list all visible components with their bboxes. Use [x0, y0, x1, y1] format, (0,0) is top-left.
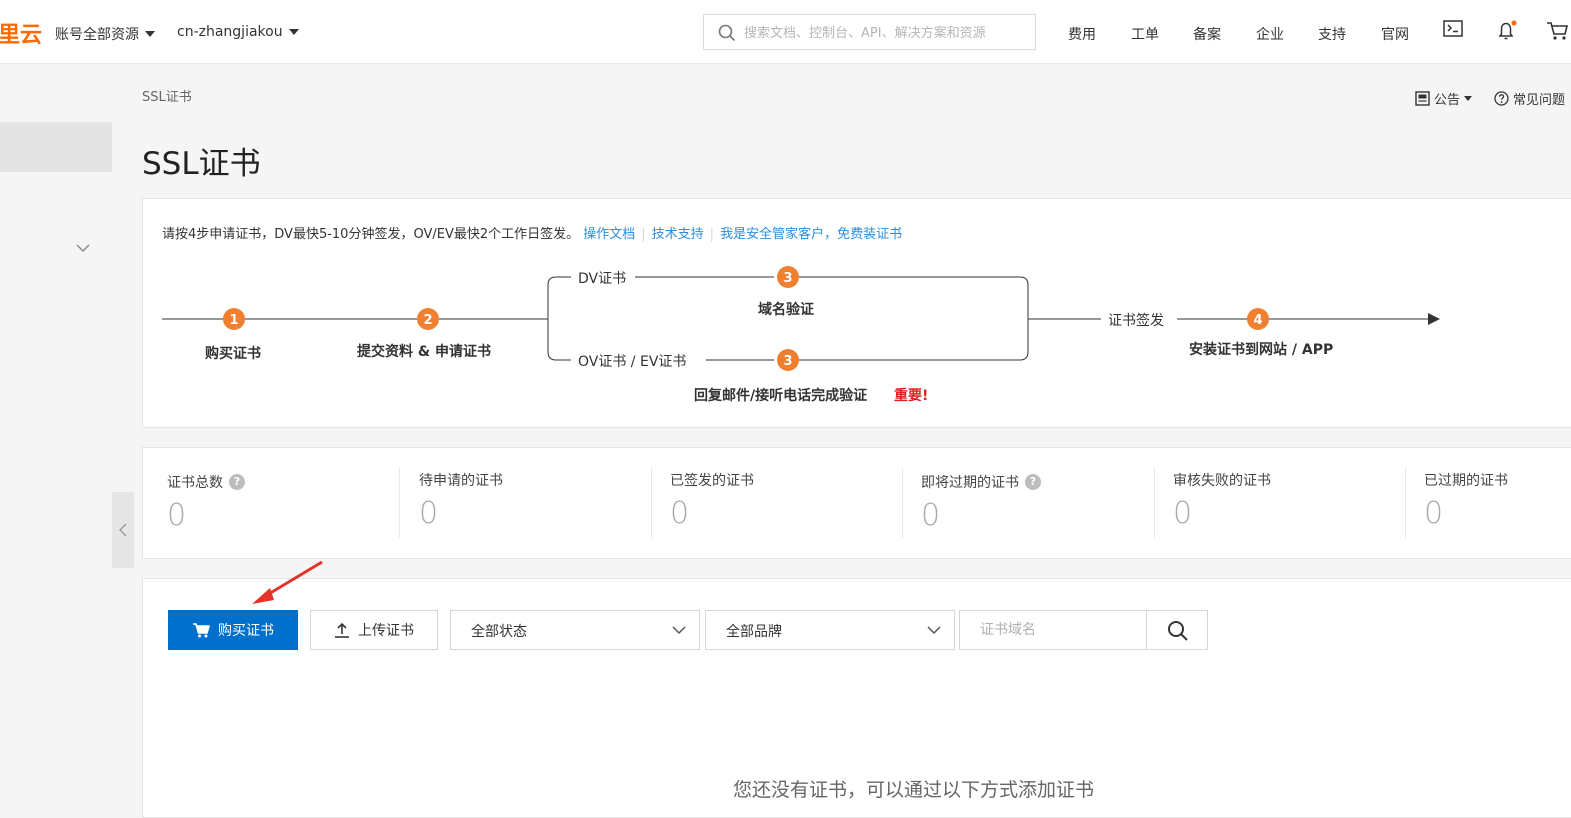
- stat-expired[interactable]: 已过期的证书 0: [1400, 448, 1571, 558]
- status-select-value: 全部状态: [471, 624, 527, 640]
- stat-expired-label: 已过期的证书: [1424, 473, 1508, 489]
- stat-pending-label: 待申请的证书: [419, 473, 503, 489]
- stats-panel: 证书总数 ? 0 待申请的证书 0 已签发的证书 0 即将过期的证书 ? 0 审…: [142, 447, 1571, 559]
- step-4-number: 4: [1253, 313, 1262, 328]
- nav-fees[interactable]: 费用: [1068, 24, 1096, 44]
- stat-expiring-label: 即将过期的证书 ?: [921, 472, 1041, 492]
- buy-cert-label: 购买证书: [218, 623, 274, 639]
- search-icon: [718, 24, 736, 42]
- sidebar-collapse-toggle[interactable]: [112, 492, 134, 568]
- cert-list-panel: 购买证书 上传证书 全部状态 全部品牌 您还没有证书，可以通过以下方式添加证书: [142, 578, 1571, 818]
- stat-issued[interactable]: 已签发的证书 0: [646, 448, 897, 558]
- stat-failed[interactable]: 审核失败的证书 0: [1149, 448, 1400, 558]
- stat-issued-label: 已签发的证书: [670, 473, 754, 489]
- ov-verify-label: 回复邮件/接听电话完成验证: [694, 388, 868, 404]
- stat-expiring-text: 即将过期的证书: [921, 475, 1019, 491]
- nav-support[interactable]: 支持: [1318, 24, 1346, 44]
- nav-enterprise[interactable]: 企业: [1256, 24, 1284, 44]
- stat-total-value: 0: [167, 498, 187, 533]
- sidebar: [0, 64, 112, 801]
- status-select[interactable]: 全部状态: [450, 610, 700, 650]
- upload-cert-label: 上传证书: [358, 623, 414, 639]
- cart-icon[interactable]: [1546, 20, 1570, 42]
- help-icon[interactable]: ?: [229, 474, 245, 490]
- brand-select-value: 全部品牌: [726, 624, 782, 640]
- ov-ev-cert-label: OV证书 / EV证书: [578, 354, 687, 370]
- domain-verify-label: 域名验证: [758, 302, 814, 318]
- step-1-number: 1: [229, 313, 238, 328]
- important-tag: 重要!: [894, 388, 929, 404]
- terminal-icon[interactable]: [1443, 20, 1463, 38]
- steps-panel: 请按4步申请证书，DV最快5-10分钟签发，OV/EV最快2个工作日签发。 操作…: [142, 198, 1571, 428]
- stat-expiring-value: 0: [921, 498, 941, 533]
- announcement-icon: [1415, 91, 1430, 106]
- global-search-input[interactable]: [742, 21, 1034, 45]
- logo[interactable]: 里云: [0, 17, 42, 49]
- cart-icon: [193, 623, 210, 638]
- domain-search-button[interactable]: [1146, 610, 1208, 650]
- nav-tickets[interactable]: 工单: [1131, 24, 1159, 44]
- notification-dot: [1511, 20, 1517, 26]
- region-dropdown[interactable]: cn-zhangjiakou: [177, 24, 299, 40]
- stat-total-text: 证书总数: [167, 475, 223, 491]
- stat-issued-value: 0: [670, 496, 690, 531]
- empty-state-message: 您还没有证书，可以通过以下方式添加证书: [733, 779, 1095, 801]
- sidebar-active-item[interactable]: [0, 122, 112, 172]
- global-search: [703, 14, 1036, 50]
- upload-icon: [335, 622, 349, 638]
- stat-expiring[interactable]: 即将过期的证书 ? 0: [897, 448, 1148, 558]
- step-4-label: 安装证书到网站 / APP: [1189, 342, 1334, 358]
- flow-arrowhead: [1428, 313, 1440, 325]
- account-scope-label: 账号全部资源: [55, 27, 139, 43]
- question-circle-icon: [1494, 91, 1509, 106]
- announcement-dropdown[interactable]: 公告: [1415, 89, 1473, 108]
- help-icon[interactable]: ?: [1025, 474, 1041, 490]
- stat-failed-value: 0: [1173, 496, 1193, 531]
- step-3-dv-number: 3: [783, 271, 792, 286]
- step-3-ov-number: 3: [783, 354, 792, 369]
- upload-cert-button[interactable]: 上传证书: [310, 610, 438, 650]
- caret-down-icon: [288, 29, 299, 35]
- chevron-down-icon: [672, 626, 686, 635]
- chevron-down-icon: [927, 626, 941, 635]
- cert-issue-label: 证书签发: [1108, 313, 1164, 329]
- step-2-number: 2: [423, 313, 432, 328]
- nav-icp-filing[interactable]: 备案: [1193, 24, 1221, 44]
- caret-down-icon: [1464, 96, 1473, 101]
- brand-select[interactable]: 全部品牌: [705, 610, 955, 650]
- bell-icon[interactable]: [1496, 20, 1518, 42]
- buy-cert-button[interactable]: 购买证书: [168, 610, 298, 650]
- search-icon: [1168, 621, 1188, 641]
- dv-cert-label: DV证书: [578, 271, 627, 287]
- stat-total-label: 证书总数 ?: [167, 472, 245, 492]
- stat-total[interactable]: 证书总数 ? 0: [143, 448, 399, 558]
- account-scope-dropdown[interactable]: 账号全部资源: [55, 24, 155, 44]
- announcement-label: 公告: [1434, 93, 1461, 108]
- stat-failed-label: 审核失败的证书: [1173, 473, 1271, 489]
- caret-down-icon: [145, 31, 155, 37]
- faq-label: 常见问题: [1513, 93, 1566, 108]
- top-bar: 里云 账号全部资源 cn-zhangjiakou 费用 工单 备案 企业 支持 …: [0, 0, 1571, 64]
- faq-link[interactable]: 常见问题: [1494, 89, 1565, 108]
- step-2-label: 提交资料 & 申请证书: [357, 344, 491, 360]
- page-title: SSL证书: [142, 146, 261, 182]
- stat-expired-value: 0: [1424, 496, 1444, 531]
- nav-official-site[interactable]: 官网: [1381, 24, 1409, 44]
- region-label: cn-zhangjiakou: [177, 24, 283, 40]
- chevron-left-icon: [119, 523, 127, 537]
- step-1-label: 购买证书: [205, 346, 261, 362]
- breadcrumb[interactable]: SSL证书: [142, 86, 192, 105]
- stat-pending-value: 0: [419, 496, 439, 531]
- cert-domain-input[interactable]: [959, 610, 1147, 650]
- stat-pending[interactable]: 待申请的证书 0: [395, 448, 646, 558]
- annotation-arrow: [252, 560, 323, 604]
- chevron-down-icon[interactable]: [74, 242, 92, 254]
